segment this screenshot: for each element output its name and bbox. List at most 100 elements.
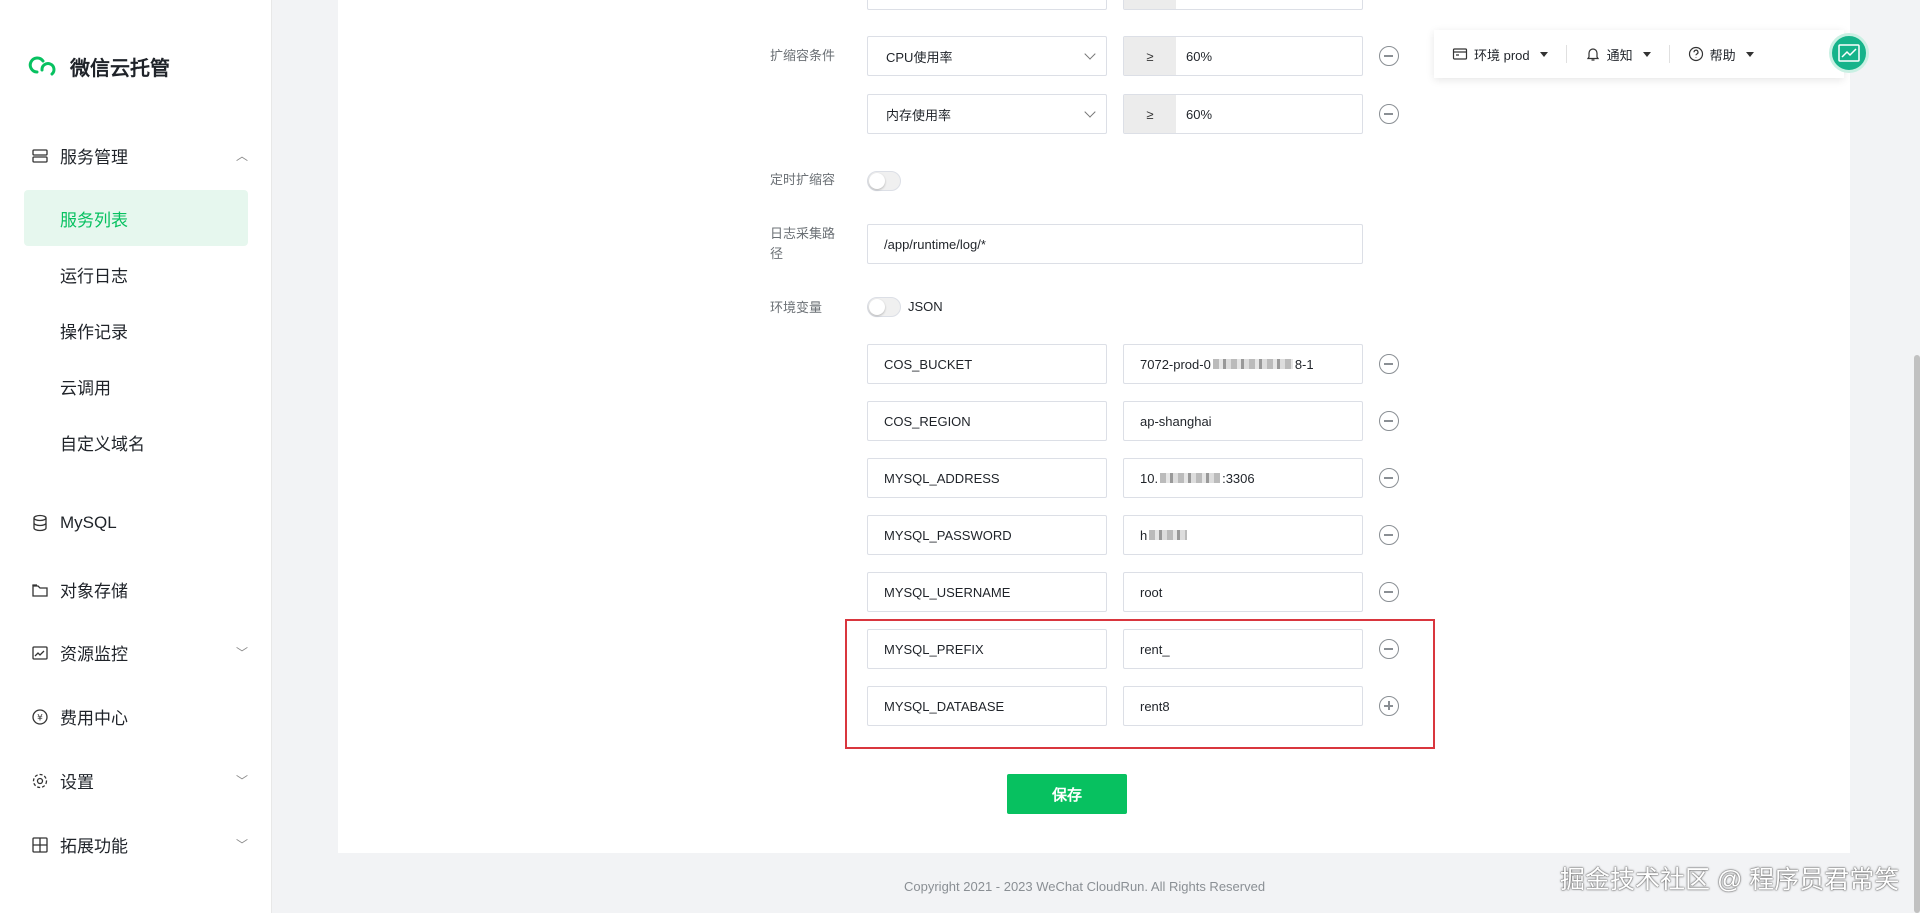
masked-value xyxy=(1212,359,1293,369)
input-value: COS_REGION xyxy=(884,413,971,429)
chevron-down-icon: ﹀ xyxy=(235,646,248,660)
sidebar-group-service-mgmt[interactable]: 服务管理 ︿ xyxy=(30,143,248,168)
database-icon xyxy=(30,513,50,533)
help-circle-icon xyxy=(1688,46,1703,62)
condition-operator xyxy=(1124,0,1176,9)
env-key-input[interactable]: COS_REGION xyxy=(867,401,1107,441)
env-value-input[interactable]: ap-shanghai xyxy=(1123,401,1363,441)
cloudrun-logo-icon xyxy=(28,56,56,76)
condition-metric-select-memory[interactable]: 内存使用率 xyxy=(867,94,1107,134)
condition-threshold-cpu[interactable]: ≥ 60% xyxy=(1123,36,1363,76)
input-value: /app/runtime/log/* xyxy=(884,236,986,252)
condition-value: 60% xyxy=(1186,106,1213,122)
scale-condition-value-partial[interactable] xyxy=(1123,0,1363,10)
watermark: 掘金技术社区 @ 程序员君常笑 xyxy=(1560,866,1900,894)
monitor-chart-icon xyxy=(30,643,50,663)
condition-value: 60% xyxy=(1186,48,1213,64)
sidebar-item-label: 自定义域名 xyxy=(60,434,145,454)
env-value-input[interactable]: 7072-prod-0 8-1 xyxy=(1123,344,1363,384)
remove-env-var-button[interactable] xyxy=(1379,354,1399,374)
yuan-icon: ¥ xyxy=(30,707,50,727)
remove-condition-button[interactable] xyxy=(1379,46,1399,66)
chevron-down-icon xyxy=(1084,106,1096,118)
remove-condition-button[interactable] xyxy=(1379,104,1399,124)
sidebar-item-cloud-call[interactable]: 云调用 xyxy=(24,358,248,414)
brand[interactable]: 微信云托管 xyxy=(28,50,170,82)
page-scrollbar[interactable] xyxy=(1914,355,1920,913)
save-button[interactable]: 保存 xyxy=(1007,774,1127,814)
env-value-input[interactable]: h xyxy=(1123,515,1363,555)
condition-threshold-memory[interactable]: ≥ 60% xyxy=(1123,94,1363,134)
copyright: Copyright 2021 - 2023 WeChat CloudRun. A… xyxy=(904,879,1266,894)
sidebar-item-label: 运行日志 xyxy=(60,266,128,286)
sidebar-item-billing[interactable]: ¥ 费用中心 xyxy=(30,704,248,729)
env-key-input[interactable]: COS_BUCKET xyxy=(867,344,1107,384)
sidebar-item-label: 资源监控 xyxy=(60,645,128,664)
notifications-menu[interactable]: 通知 xyxy=(1567,45,1669,64)
env-key-input[interactable]: MYSQL_ADDRESS xyxy=(867,458,1107,498)
top-toolbar: 环境 prod 通知 帮助 xyxy=(1434,30,1844,78)
sidebar-item-operation-records[interactable]: 操作记录 xyxy=(24,302,248,358)
notify-label: 通知 xyxy=(1606,47,1633,63)
masked-value xyxy=(1149,530,1188,540)
env-switcher[interactable]: 环境 prod xyxy=(1434,45,1566,64)
masked-value xyxy=(1160,473,1221,483)
remove-env-var-button[interactable] xyxy=(1379,411,1399,431)
sidebar-item-service-list[interactable]: 服务列表 xyxy=(24,190,248,246)
sidebar-item-label: MySQL xyxy=(60,513,117,532)
scheduled-scaling-toggle[interactable] xyxy=(867,171,901,191)
input-value: 7072-prod-0 xyxy=(1140,356,1211,372)
sidebar: 微信云托管 服务管理 ︿ 服务列表 运行日志 操作记录 云调用 自定义域名 My… xyxy=(0,0,272,913)
avatar[interactable] xyxy=(1829,33,1869,73)
condition-metric-select-cpu[interactable]: CPU使用率 xyxy=(867,36,1107,76)
input-value: MYSQL_USERNAME xyxy=(884,584,1011,600)
chevron-down-icon: ﹀ xyxy=(235,838,248,852)
sidebar-item-label: 操作记录 xyxy=(60,322,128,342)
env-value-input[interactable]: 10. :3306 xyxy=(1123,458,1363,498)
remove-env-var-button[interactable] xyxy=(1379,582,1399,602)
condition-operator: ≥ xyxy=(1124,37,1176,75)
scale-condition-select-partial[interactable] xyxy=(867,0,1107,10)
input-value: 8-1 xyxy=(1294,356,1314,372)
extension-icon xyxy=(30,835,50,855)
sidebar-group-settings[interactable]: 设置 ﹀ xyxy=(30,768,248,793)
env-key-input[interactable]: MYSQL_USERNAME xyxy=(867,572,1107,612)
env-key-input[interactable]: MYSQL_PASSWORD xyxy=(867,515,1107,555)
sidebar-item-label: 对象存储 xyxy=(60,582,128,601)
sidebar-item-mysql[interactable]: MySQL xyxy=(30,513,248,533)
help-menu[interactable]: 帮助 xyxy=(1670,45,1772,64)
scale-condition-label: 扩缩容条件 xyxy=(770,48,836,63)
sidebar-item-label: 服务列表 xyxy=(60,210,128,230)
folder-icon xyxy=(30,580,50,600)
sidebar-item-label: 云调用 xyxy=(60,378,111,398)
remove-env-var-button[interactable] xyxy=(1379,468,1399,488)
bell-icon xyxy=(1586,48,1599,61)
sidebar-item-label: 设置 xyxy=(60,773,94,792)
sidebar-item-label: 拓展功能 xyxy=(60,837,128,856)
sidebar-item-run-logs[interactable]: 运行日志 xyxy=(24,246,248,302)
env-label: 环境 prod xyxy=(1474,47,1530,63)
select-value: CPU使用率 xyxy=(886,49,953,65)
sidebar-item-custom-domain[interactable]: 自定义域名 xyxy=(24,414,248,470)
json-toggle[interactable] xyxy=(867,297,901,317)
env-value-input[interactable]: root xyxy=(1123,572,1363,612)
input-value: COS_BUCKET xyxy=(884,356,973,372)
sidebar-group-extensions[interactable]: 拓展功能 ﹀ xyxy=(30,832,248,857)
condition-operator: ≥ xyxy=(1124,95,1176,133)
json-toggle-label: JSON xyxy=(908,299,943,314)
scheduled-scaling-label: 定时扩缩容 xyxy=(770,172,836,187)
input-value: MYSQL_PASSWORD xyxy=(884,527,1012,543)
brand-name: 微信云托管 xyxy=(70,57,170,80)
sidebar-group-label: 服务管理 xyxy=(60,148,128,167)
sidebar-group-resource-monitor[interactable]: 资源监控 ﹀ xyxy=(30,640,248,665)
input-value: 10. xyxy=(1140,470,1159,486)
sidebar-item-object-storage[interactable]: 对象存储 xyxy=(30,577,248,602)
input-value: :3306 xyxy=(1222,470,1255,486)
log-path-input[interactable]: /app/runtime/log/* xyxy=(867,224,1363,264)
caret-down-icon xyxy=(1642,51,1651,57)
select-value: 内存使用率 xyxy=(886,107,952,123)
remove-env-var-button[interactable] xyxy=(1379,525,1399,545)
chevron-down-icon: ﹀ xyxy=(235,774,248,788)
input-value: ap-shanghai xyxy=(1140,413,1212,429)
chart-avatar-icon xyxy=(1838,44,1860,62)
